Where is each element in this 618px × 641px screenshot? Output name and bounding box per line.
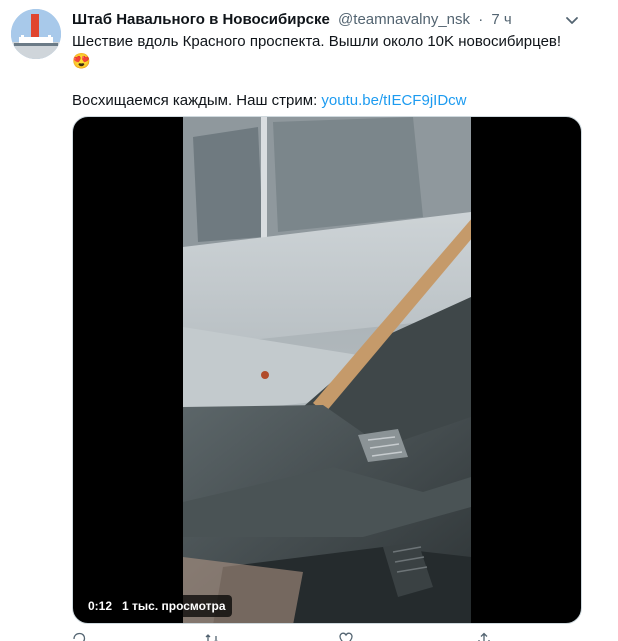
tweet[interactable]: Штаб Навального в Новосибирске @teamnava…: [0, 0, 618, 641]
avatar[interactable]: [11, 9, 61, 59]
more-options-button[interactable]: [562, 10, 582, 30]
video-duration: 0:12: [88, 599, 113, 613]
retweet-icon: [205, 634, 218, 641]
tweet-actions: [72, 632, 532, 641]
like-button[interactable]: [339, 632, 353, 641]
emoji: 😍: [72, 53, 91, 70]
reply-button[interactable]: [72, 632, 86, 641]
stream-link[interactable]: youtu.be/tIECF9jIDcw: [321, 92, 466, 109]
separator-dot: ·: [478, 11, 484, 28]
video-player[interactable]: 0:12 1 тыс. просмотра: [72, 116, 582, 624]
video-info-badge: 0:12 1 тыс. просмотра: [82, 595, 232, 617]
author-name[interactable]: Штаб Навального в Новосибирске: [72, 11, 330, 28]
tweet-text-line: Шествие вдоль Красного проспекта. Вышли …: [72, 33, 562, 50]
tweet-header: Штаб Навального в Новосибирске @teamnava…: [72, 10, 512, 30]
reply-icon: [73, 632, 86, 641]
tweet-time[interactable]: 7 ч: [491, 11, 511, 28]
share-icon: [478, 632, 490, 641]
like-icon: [339, 632, 353, 641]
video-still: [183, 117, 471, 623]
avatar-image: [11, 9, 61, 59]
tweet-text-prefix: Восхищаемся каждым. Наш стрим:: [72, 92, 322, 109]
tweet-text: Шествие вдоль Красного проспекта. Вышли …: [72, 32, 592, 111]
share-button[interactable]: [477, 632, 491, 641]
author-handle[interactable]: @teamnavalny_nsk: [338, 11, 470, 28]
retweet-button[interactable]: [205, 632, 219, 641]
video-views: 1 тыс. просмотра: [122, 599, 226, 613]
chevron-down-icon: [566, 17, 578, 24]
tweet-text-line: Восхищаемся каждым. Наш стрим: youtu.be/…: [72, 91, 592, 111]
video-frame: [183, 117, 471, 623]
